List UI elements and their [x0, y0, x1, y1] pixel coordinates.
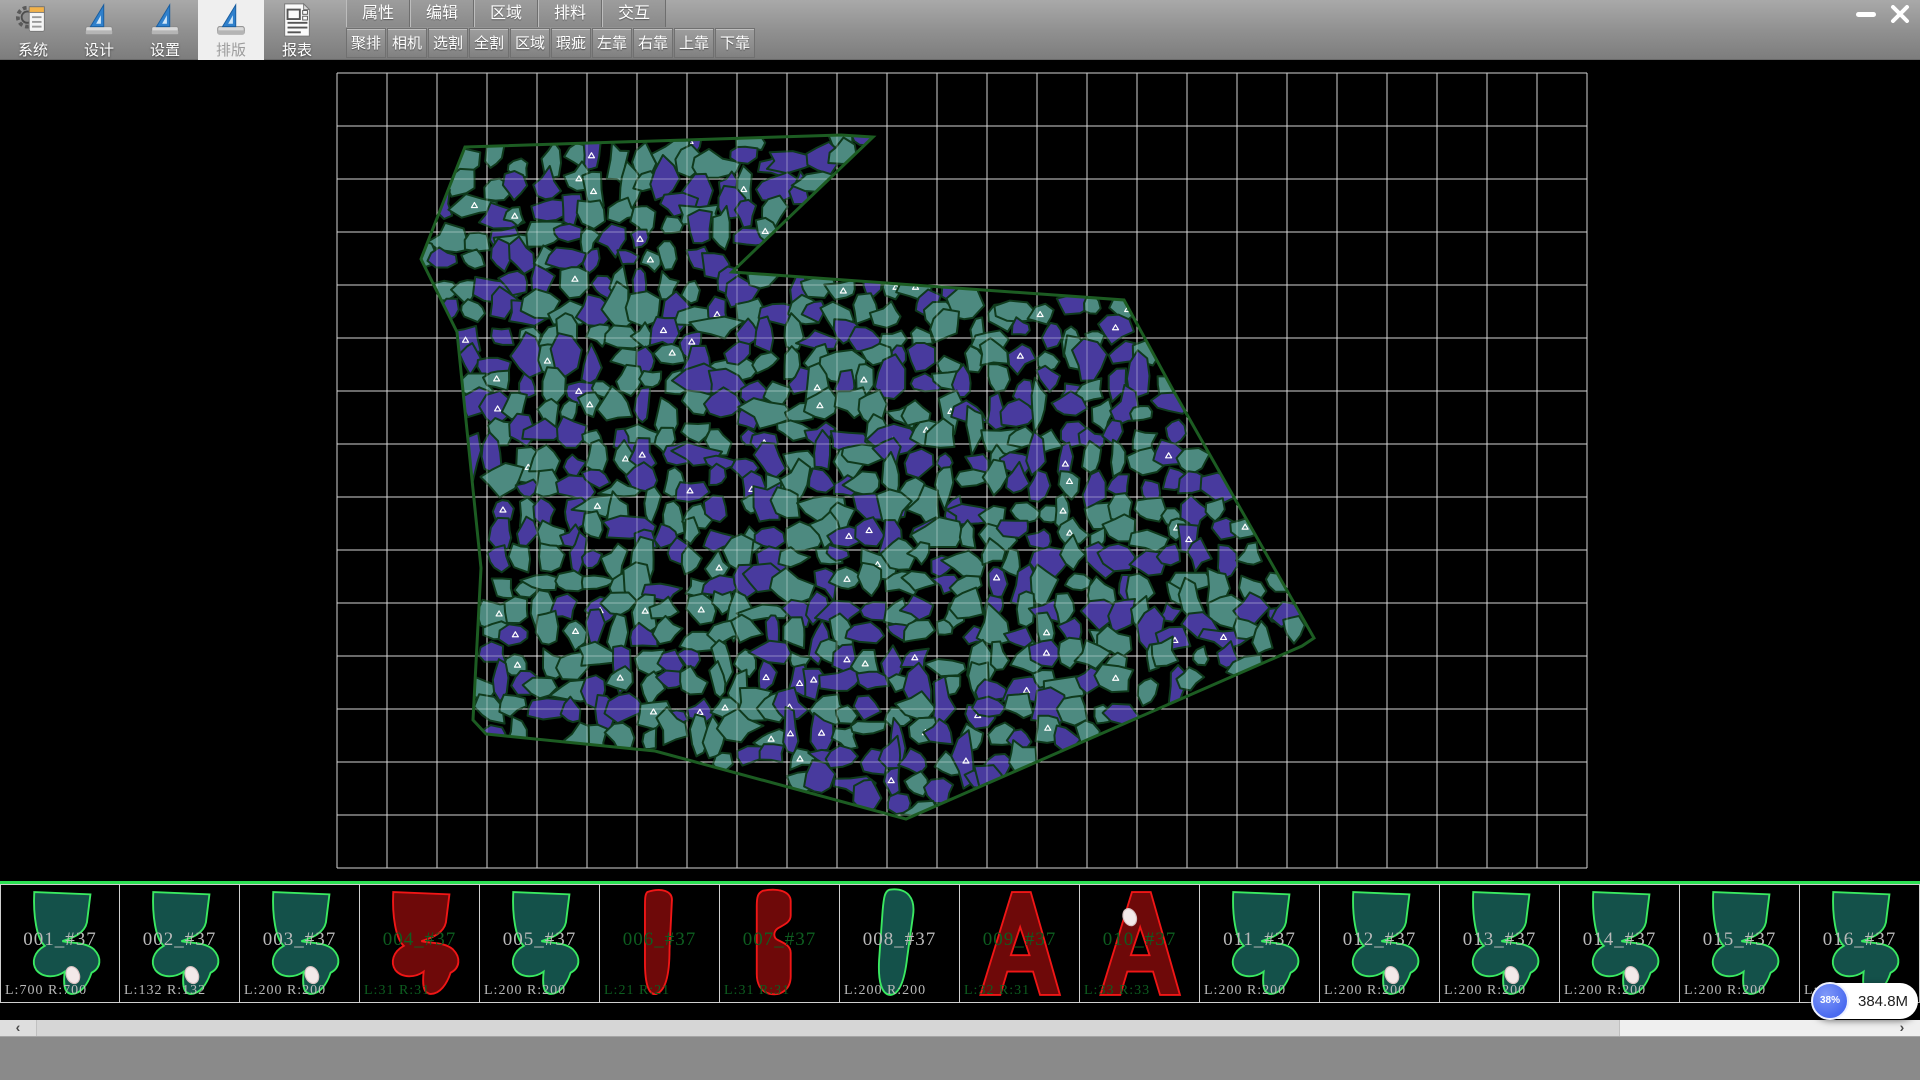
piece-name: 011_#37 [1200, 929, 1319, 951]
piece-thumbnail-3[interactable]: 003_#37 L:200 R:200 [240, 884, 360, 1003]
scroll-left-button[interactable]: ‹ [0, 1020, 36, 1036]
toolbar-button-1[interactable]: 系统 [0, 0, 66, 60]
piece-counts: L:200 R:200 [484, 983, 603, 999]
piece-thumbnail-1[interactable]: 001_#37 L:700 R:700 [0, 884, 120, 1003]
nesting-canvas[interactable] [0, 60, 1920, 881]
piece-name: 008_#37 [840, 929, 959, 951]
action-button-7[interactable]: 左靠 [592, 28, 632, 58]
action-toolbar: 聚排相机选割全割区域瑕疵左靠右靠上靠下靠 [346, 28, 756, 58]
piece-thumbnail-6[interactable]: 006_#37 L:21 R:21 [600, 884, 720, 1003]
piece-counts: L:200 R:200 [1564, 983, 1683, 999]
progress-circle: 38% [1811, 982, 1849, 1020]
canvas-area [0, 60, 1920, 881]
piece-name: 001_#37 [1, 929, 119, 951]
action-button-3[interactable]: 选割 [428, 28, 468, 58]
action-button-6[interactable]: 瑕疵 [551, 28, 591, 58]
piece-thumbnail-9[interactable]: 009_#37 L:32 R:31 [960, 884, 1080, 1003]
piece-counts: L:200 R:200 [1324, 983, 1443, 999]
status-bar [0, 1036, 1920, 1080]
system-icon [13, 2, 53, 38]
piece-thumbnail-2[interactable]: 002_#37 L:132 R:132 [120, 884, 240, 1003]
action-button-9[interactable]: 上靠 [674, 28, 714, 58]
piece-counts: L:31 R:31 [724, 983, 843, 999]
menu-tabs: 属性编辑区域排料交互 [346, 0, 666, 27]
piece-name: 009_#37 [960, 929, 1079, 951]
piece-name: 014_#37 [1560, 929, 1679, 951]
menu-tab-1[interactable]: 属性 [346, 0, 410, 27]
toolbar-button-label: 设置 [150, 39, 180, 60]
piece-counts: L:200 R:200 [1444, 983, 1563, 999]
piece-counts: L:31 R:31 [364, 983, 483, 999]
menu-tab-4[interactable]: 排料 [538, 0, 602, 27]
piece-counts: L:32 R:31 [964, 983, 1083, 999]
titlebar: 系统设计设置排版报表 属性编辑区域排料交互 聚排相机选割全割区域瑕疵左靠右靠上靠… [0, 0, 1920, 60]
action-button-4[interactable]: 全割 [469, 28, 509, 58]
window-controls [1852, 4, 1914, 24]
piece-counts: L:33 R:33 [1084, 983, 1203, 999]
scrollbar-thumb[interactable] [36, 1020, 1620, 1036]
piece-counts: L:700 R:700 [5, 983, 123, 999]
piece-thumbnail-11[interactable]: 011_#37 L:200 R:200 [1200, 884, 1320, 1003]
piece-strip: 001_#37L:700 R:700002_#37L:132 R:132003_… [0, 884, 1920, 1003]
piece-counts: L:200 R:200 [844, 983, 963, 999]
piece-thumbnail-5[interactable]: 005_#37 L:200 R:200 [480, 884, 600, 1003]
toolbar-button-label: 系统 [18, 39, 48, 60]
piece-thumbnail-8[interactable]: 008_#37 L:200 R:200 [840, 884, 960, 1003]
piece-counts: L:200 R:200 [1204, 983, 1323, 999]
piece-name: 004_#37 [360, 929, 479, 951]
piece-thumbnail-4[interactable]: 004_#37 L:31 R:31 [360, 884, 480, 1003]
menu-tab-3[interactable]: 区域 [474, 0, 538, 27]
piece-thumbnail-14[interactable]: 014_#37 L:200 R:200 [1560, 884, 1680, 1003]
horizontal-scrollbar[interactable]: ‹ › [0, 1020, 1920, 1036]
memory-label: 384.8M [1858, 993, 1908, 1010]
piece-thumbnail-10[interactable]: 010_#37 L:33 R:33 [1080, 884, 1200, 1003]
piece-thumbnail-15[interactable]: 015_#37 L:200 R:200 [1680, 884, 1800, 1003]
toolbar-button-label: 排版 [216, 39, 246, 60]
action-button-2[interactable]: 相机 [387, 28, 427, 58]
close-button[interactable] [1886, 4, 1914, 24]
piece-counts: L:200 R:200 [1684, 983, 1803, 999]
app-window: 系统设计设置排版报表 属性编辑区域排料交互 聚排相机选割全割区域瑕疵左靠右靠上靠… [0, 0, 1920, 1080]
piece-thumbnail-13[interactable]: 013_#37 L:200 R:200 [1440, 884, 1560, 1003]
toolbar-button-2[interactable]: 设计 [66, 0, 132, 60]
piece-name: 012_#37 [1320, 929, 1439, 951]
ruler-icon [145, 2, 185, 38]
piece-counts: L:200 R:200 [244, 983, 363, 999]
toolbar-button-3[interactable]: 设置 [132, 0, 198, 60]
toolbar-button-5[interactable]: 报表 [264, 0, 330, 60]
piece-name: 015_#37 [1680, 929, 1799, 951]
minimize-button[interactable] [1852, 4, 1880, 24]
action-button-1[interactable]: 聚排 [346, 28, 386, 58]
piece-thumbnail-12[interactable]: 012_#37 L:200 R:200 [1320, 884, 1440, 1003]
piece-name: 002_#37 [120, 929, 239, 951]
toolbar-button-4[interactable]: 排版 [198, 0, 264, 60]
piece-name: 010_#37 [1080, 929, 1199, 951]
piece-thumbnail-7[interactable]: 007_#37 L:31 R:31 [720, 884, 840, 1003]
piece-counts: L:21 R:21 [604, 983, 723, 999]
piece-name: 016_#37 [1800, 929, 1919, 951]
ruler-icon [79, 2, 119, 38]
action-button-5[interactable]: 区域 [510, 28, 550, 58]
piece-name: 003_#37 [240, 929, 359, 951]
scroll-right-button[interactable]: › [1884, 1020, 1920, 1036]
toolbar-button-label: 报表 [282, 39, 312, 60]
close-icon [1890, 5, 1910, 23]
action-button-8[interactable]: 右靠 [633, 28, 673, 58]
progress-percent: 38% [1820, 995, 1840, 1006]
menu-tab-5[interactable]: 交互 [602, 0, 666, 27]
progress-badge[interactable]: 38% 384.8M [1812, 983, 1918, 1019]
piece-name: 007_#37 [720, 929, 839, 951]
piece-name: 006_#37 [600, 929, 719, 951]
piece-counts: L:132 R:132 [124, 983, 243, 999]
piece-name: 005_#37 [480, 929, 599, 951]
piece-name: 013_#37 [1440, 929, 1559, 951]
main-toolbar: 系统 设计 设置 排版 报表 [0, 0, 330, 60]
ruler-icon [211, 2, 251, 38]
toolbar-button-label: 设计 [84, 39, 114, 60]
menu-tab-2[interactable]: 编辑 [410, 0, 474, 27]
minimize-icon [1855, 6, 1877, 22]
action-button-10[interactable]: 下靠 [715, 28, 755, 58]
report-icon [277, 2, 317, 38]
